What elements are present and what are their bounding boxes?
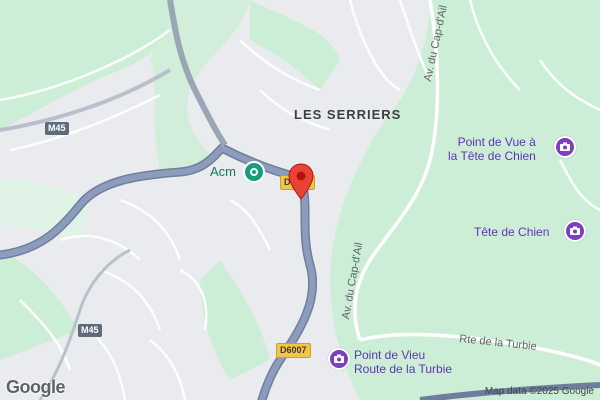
location-pin-icon[interactable] (288, 163, 314, 201)
google-logo: Google (6, 377, 66, 397)
place-label-acm[interactable]: Acm (210, 164, 236, 179)
shield-m45-1: M45 (45, 122, 69, 135)
camera-icon[interactable] (564, 220, 586, 242)
camera-icon[interactable] (554, 136, 576, 158)
camera-icon[interactable] (328, 348, 350, 370)
area-label-les-serriers: LES SERRIERS (294, 107, 402, 122)
map-view[interactable]: LES SERRIERS Av. du Cap-d'Ail Av. du Cap… (0, 0, 600, 400)
shield-m45-2: M45 (78, 324, 102, 337)
poi-label-tete-de-chien-view[interactable]: Point de Vue à la Tête de Chien (448, 135, 536, 163)
place-pin-icon[interactable] (243, 161, 265, 183)
shield-d6007-2: D6007 (276, 343, 311, 358)
map-attribution[interactable]: Map data ©2025 Google (485, 386, 594, 397)
poi-label-tete-de-chien[interactable]: Tête de Chien (474, 225, 549, 239)
poi-label-point-de-vieu[interactable]: Point de Vieu Route de la Turbie (354, 348, 452, 376)
